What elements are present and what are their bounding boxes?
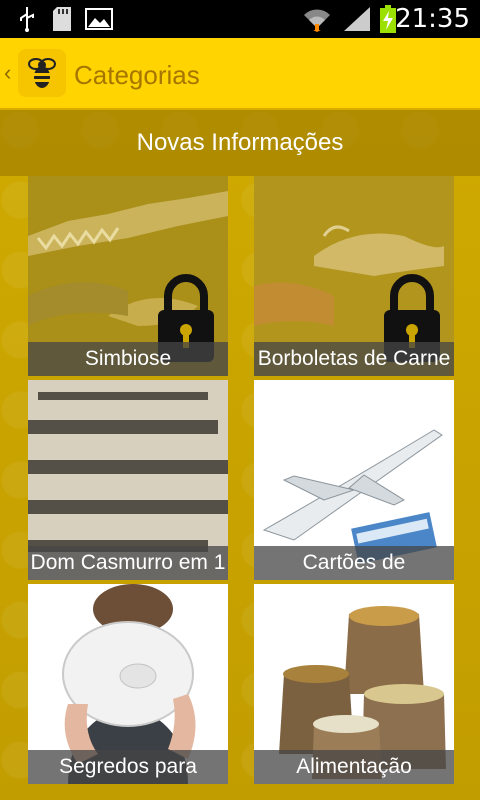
category-tile-borboletas-de-carne[interactable]: Borboletas de Carne (254, 176, 454, 376)
tile-caption: Borboletas de Carne (254, 342, 454, 376)
clock: 21:35 (395, 4, 470, 34)
category-tile-alimentacao[interactable]: Alimentação (254, 584, 454, 784)
page-title: Categorias (74, 60, 200, 90)
bee-icon[interactable] (18, 49, 66, 97)
tile-caption: Alimentação (254, 750, 454, 784)
usb-icon (14, 6, 40, 32)
category-tile-dom-casmurro[interactable]: Dom Casmurro em 1 (28, 380, 228, 580)
tile-caption: Cartões de (254, 546, 454, 580)
wifi-icon (302, 6, 332, 32)
tile-caption: Simbiose (28, 342, 228, 376)
action-bar: ‹ Categorias (0, 38, 480, 110)
tile-caption: Dom Casmurro em 1 (28, 546, 228, 580)
category-tile-cartoes-de[interactable]: Cartões de (254, 380, 454, 580)
chevron-left-icon[interactable]: ‹ (4, 58, 11, 88)
image-icon (84, 6, 114, 32)
category-tile-simbiose[interactable]: Simbiose (28, 176, 228, 376)
tile-caption: Segredos para (28, 750, 228, 784)
category-tile-segredos-para[interactable]: Segredos para (28, 584, 228, 784)
sd-card-icon (50, 6, 74, 32)
section-header: Novas Informações (0, 110, 480, 176)
status-bar: 21:35 (0, 0, 480, 38)
signal-icon (342, 6, 372, 32)
